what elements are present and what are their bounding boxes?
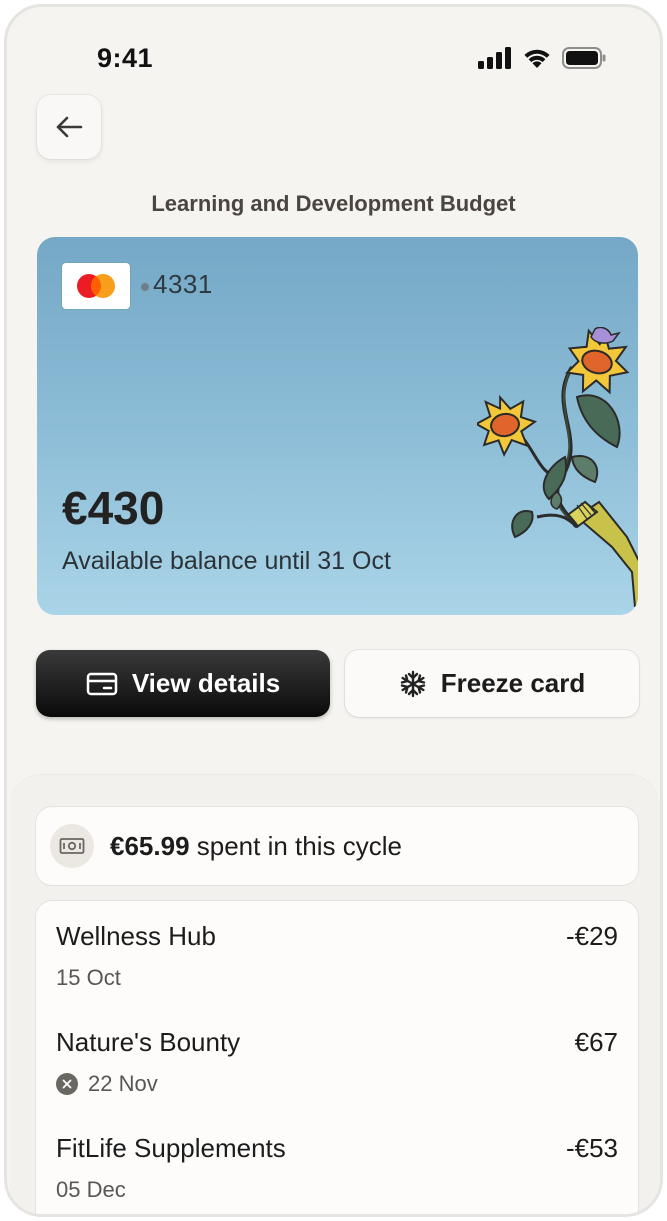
transaction-name: FitLife Supplements xyxy=(56,1133,286,1163)
spent-label: spent in this cycle xyxy=(189,831,402,861)
transaction-amount: -€53 xyxy=(565,1133,618,1163)
status-time: 9:41 xyxy=(97,43,154,73)
spent-text: €65.99 spent in this cycle xyxy=(110,831,402,862)
card-number-dot xyxy=(141,283,149,291)
transaction-name: Wellness Hub xyxy=(56,921,216,951)
wifi-icon xyxy=(524,49,550,68)
card-last-four: 4331 xyxy=(153,269,213,299)
freeze-card-label: Freeze card xyxy=(440,668,586,698)
transaction-date-row: 05 Dec xyxy=(56,1177,126,1203)
transaction-date: 15 Oct xyxy=(56,965,121,990)
transaction-date-row: 22 Nov xyxy=(56,1071,158,1097)
view-details-button[interactable]: View details xyxy=(36,650,330,717)
transaction-row[interactable]: Nature's Bounty €67 22 Nov xyxy=(36,1007,638,1107)
transactions-sheet: €65.99 spent in this cycle Wellness Hub … xyxy=(10,775,660,1214)
transaction-row[interactable]: FitLife Supplements -€53 05 Dec xyxy=(36,1113,638,1213)
battery-icon xyxy=(562,47,606,69)
card-balance: €430 xyxy=(62,482,165,534)
transactions-list: Wellness Hub -€29 15 Oct Nature's Bounty… xyxy=(36,901,638,1214)
transaction-name: Nature's Bounty xyxy=(56,1027,241,1057)
spent-summary: €65.99 spent in this cycle xyxy=(36,807,638,885)
transaction-amount: €67 xyxy=(574,1027,618,1057)
spent-amount: €65.99 xyxy=(110,831,190,861)
banknote-icon xyxy=(50,824,94,868)
cancelled-icon xyxy=(56,1073,78,1095)
transaction-date: 22 Nov xyxy=(88,1071,158,1096)
view-details-label: View details xyxy=(131,668,281,698)
transaction-amount: -€29 xyxy=(565,921,618,951)
phone-frame: 9:41 Learning and Development Budget 433… xyxy=(4,4,663,1217)
back-button[interactable] xyxy=(37,95,101,159)
card-icon xyxy=(86,672,118,695)
card-balance-subtitle: Available balance until 31 Oct xyxy=(62,547,391,575)
transaction-date: 05 Dec xyxy=(56,1177,126,1202)
snowflake-icon xyxy=(400,670,425,697)
arrow-left-icon xyxy=(56,116,83,138)
page-title: Learning and Development Budget xyxy=(151,191,516,216)
freeze-card-button[interactable]: Freeze card xyxy=(345,650,639,717)
transaction-row[interactable]: Wellness Hub -€29 15 Oct xyxy=(36,901,638,1001)
sunflowers-illustration xyxy=(477,327,638,607)
status-bar: 9:41 xyxy=(7,7,660,87)
mastercard-logo xyxy=(62,263,130,309)
status-icons xyxy=(478,47,606,69)
transaction-date-row: 15 Oct xyxy=(56,965,121,991)
cellular-signal-icon xyxy=(478,47,511,69)
budget-card[interactable]: 4331 €430 Available balance until 31 Oct xyxy=(37,237,638,615)
